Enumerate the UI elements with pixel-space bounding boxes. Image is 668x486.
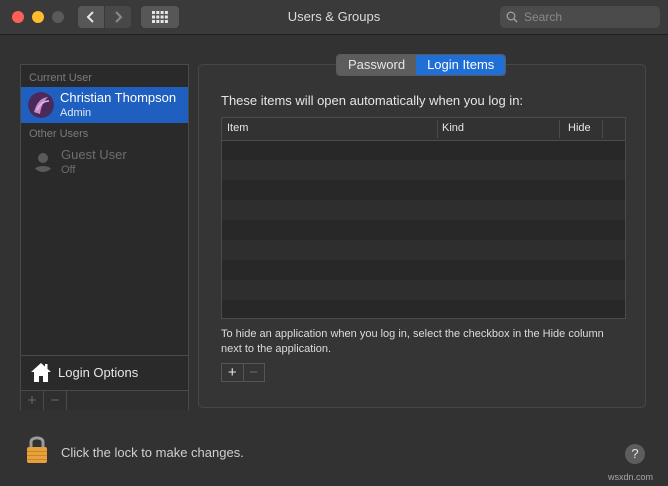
users-groups-window: Users & Groups Current User Christian Th… — [0, 0, 668, 486]
table-row — [222, 280, 625, 300]
column-divider[interactable] — [559, 120, 560, 138]
table-row — [222, 220, 625, 240]
lock-message: Click the lock to make changes. — [61, 445, 244, 460]
login-items-table[interactable]: Item Kind Hide — [221, 117, 626, 319]
table-row — [222, 260, 625, 280]
search-field[interactable] — [500, 6, 660, 28]
title-bar: Users & Groups — [0, 0, 668, 35]
table-row — [222, 300, 625, 318]
add-remove-control: + − — [221, 363, 265, 382]
avatar-icon — [28, 92, 54, 118]
column-header-kind[interactable]: Kind — [442, 122, 464, 134]
search-icon — [506, 11, 518, 23]
user-status: Off — [61, 164, 76, 176]
login-items-description: These items will open automatically when… — [221, 93, 524, 108]
add-user-button[interactable]: + — [21, 391, 44, 410]
remove-login-item-button[interactable]: − — [244, 364, 265, 381]
add-login-item-button[interactable]: + — [222, 364, 244, 381]
house-icon — [31, 363, 51, 382]
column-header-hide[interactable]: Hide — [568, 122, 591, 134]
table-row — [222, 200, 625, 220]
user-name: Guest User — [61, 147, 127, 162]
help-button[interactable]: ? — [625, 444, 645, 464]
remove-user-button[interactable]: − — [44, 391, 67, 410]
user-name: Christian Thompson — [60, 90, 177, 105]
watermark: wsxdn.com — [608, 472, 654, 482]
table-row — [222, 140, 625, 160]
sidebar-footer: + − — [21, 390, 188, 410]
table-row — [222, 180, 625, 200]
hide-hint-text: To hide an application when you log in, … — [221, 328, 604, 355]
tab-bar: Password Login Items — [336, 54, 507, 76]
other-users-section-label: Other Users — [29, 128, 89, 140]
table-row — [222, 240, 625, 260]
table-row — [222, 160, 625, 180]
login-options-label: Login Options — [58, 365, 139, 380]
column-divider[interactable] — [437, 120, 438, 138]
search-input[interactable] — [522, 9, 656, 25]
tab-password[interactable]: Password — [337, 55, 417, 75]
column-header-item[interactable]: Item — [227, 122, 248, 134]
current-user-section-label: Current User — [29, 72, 92, 84]
user-row-christian-thompson[interactable]: Christian Thompson Admin — [21, 87, 188, 123]
user-row-guest-user[interactable]: Guest User Off — [21, 144, 188, 180]
column-divider[interactable] — [602, 120, 603, 138]
login-options-item[interactable]: Login Options — [21, 355, 188, 390]
user-role: Admin — [60, 107, 92, 119]
lock-icon[interactable] — [26, 434, 48, 464]
guest-user-icon — [33, 153, 53, 172]
table-header: Item Kind Hide — [222, 118, 625, 141]
tab-login-items[interactable]: Login Items — [416, 55, 506, 75]
users-sidebar: Current User Christian Thompson Admin Ot… — [20, 64, 189, 410]
